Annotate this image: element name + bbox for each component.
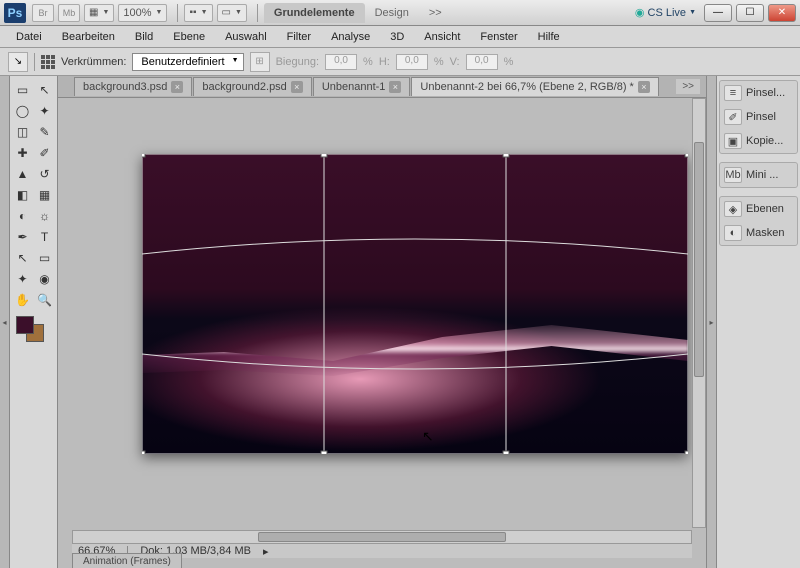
eyedropper-tool[interactable]: ✎ bbox=[34, 122, 55, 142]
stamp-tool[interactable]: ▲ bbox=[12, 164, 33, 184]
panel-ebenen[interactable]: ◈Ebenen bbox=[720, 197, 797, 221]
tabs-overflow[interactable]: >> bbox=[676, 79, 700, 94]
minimize-button[interactable]: — bbox=[704, 4, 732, 22]
panel-masken[interactable]: ◐Masken bbox=[720, 221, 797, 245]
status-arrow-icon[interactable]: ▸ bbox=[263, 545, 269, 558]
warp-grid-icon[interactable] bbox=[41, 55, 55, 69]
workspace-tab-grundelemente[interactable]: Grundelemente bbox=[264, 3, 365, 23]
app-logo: Ps bbox=[4, 3, 26, 23]
cslive-icon: ◉ bbox=[635, 6, 645, 19]
panel-pinsel-presets[interactable]: ≡Pinsel... bbox=[720, 81, 797, 105]
menu-ansicht[interactable]: Ansicht bbox=[414, 28, 470, 46]
close-icon[interactable]: × bbox=[638, 81, 650, 93]
history-brush-tool[interactable]: ↺ bbox=[34, 164, 55, 184]
v-label: V: bbox=[450, 56, 460, 68]
lasso-tool[interactable]: ◯ bbox=[12, 101, 33, 121]
cursor-icon: ↖ bbox=[422, 428, 434, 445]
menu-datei[interactable]: Datei bbox=[6, 28, 52, 46]
h-label: H: bbox=[379, 56, 390, 68]
v-input[interactable]: 0,0 bbox=[466, 54, 498, 70]
document-canvas[interactable] bbox=[142, 154, 688, 454]
close-icon[interactable]: × bbox=[171, 81, 183, 93]
zoom-dropdown[interactable]: 100%▼ bbox=[118, 4, 167, 22]
minibridge-button[interactable]: Mb bbox=[58, 4, 80, 22]
menu-bild[interactable]: Bild bbox=[125, 28, 163, 46]
right-collapse[interactable]: ▸ bbox=[706, 76, 716, 568]
close-icon[interactable]: × bbox=[389, 81, 401, 93]
zoom-tool[interactable]: 🔍 bbox=[34, 290, 55, 310]
type-tool[interactable]: T bbox=[34, 227, 55, 247]
h-input[interactable]: 0,0 bbox=[396, 54, 428, 70]
screen-mode-dropdown[interactable]: ▭▼ bbox=[217, 4, 247, 22]
dodge-tool[interactable]: ☼ bbox=[34, 206, 55, 226]
tool-preset-icon[interactable]: ↘ bbox=[8, 52, 28, 72]
wand-tool[interactable]: ✦ bbox=[34, 101, 55, 121]
clone-icon: ▣ bbox=[724, 133, 742, 149]
crop-tool[interactable]: ◫ bbox=[12, 122, 33, 142]
bend-input[interactable]: 0,0 bbox=[325, 54, 357, 70]
eraser-tool[interactable]: ◧ bbox=[12, 185, 33, 205]
doc-tab[interactable]: background3.psd× bbox=[74, 77, 192, 96]
vertical-scrollbar[interactable] bbox=[692, 98, 706, 528]
close-button[interactable]: ✕ bbox=[768, 4, 796, 22]
bend-label: Biegung: bbox=[276, 56, 319, 68]
toolbox: ▭↖ ◯✦ ◫✎ ✚✐ ▲↺ ◧▦ ◐☼ ✒T ↖▭ ✦◉ ✋🔍 bbox=[10, 76, 58, 568]
left-collapse[interactable]: ◂ bbox=[0, 76, 10, 568]
panel-pinsel[interactable]: ✐Pinsel bbox=[720, 105, 797, 129]
warp-label: Verkrümmen: bbox=[61, 56, 126, 68]
brush-preset-icon: ≡ bbox=[724, 85, 742, 101]
close-icon[interactable]: × bbox=[291, 81, 303, 93]
cslive-dropdown[interactable]: ◉ CS Live▼ bbox=[635, 6, 696, 19]
doc-tab-active[interactable]: Unbenannt-2 bei 66,7% (Ebene 2, RGB/8) *… bbox=[411, 77, 658, 96]
bridge-button[interactable]: Br bbox=[32, 4, 54, 22]
document-tabs: background3.psd× background2.psd× Unbena… bbox=[58, 76, 706, 98]
hand-tool[interactable]: ✋ bbox=[12, 290, 33, 310]
blur-tool[interactable]: ◐ bbox=[12, 206, 33, 226]
workspace-more[interactable]: >> bbox=[419, 3, 452, 23]
menu-filter[interactable]: Filter bbox=[277, 28, 321, 46]
gradient-tool[interactable]: ▦ bbox=[34, 185, 55, 205]
doc-tab[interactable]: background2.psd× bbox=[193, 77, 311, 96]
move-tool[interactable]: ▭ bbox=[12, 80, 33, 100]
arrange-dropdown[interactable]: ▦▼ bbox=[84, 4, 114, 22]
layers-icon: ◈ bbox=[724, 201, 742, 217]
panel-kopie[interactable]: ▣Kopie... bbox=[720, 129, 797, 153]
canvas-area[interactable]: ↖ 66,67% Dok: 1,03 MB/3,84 MB ▸ Animatio… bbox=[58, 98, 706, 568]
menu-auswahl[interactable]: Auswahl bbox=[215, 28, 277, 46]
maximize-button[interactable]: ☐ bbox=[736, 4, 764, 22]
color-swatches[interactable] bbox=[12, 316, 55, 344]
path-tool[interactable]: ↖ bbox=[12, 248, 33, 268]
workspace-tab-design[interactable]: Design bbox=[365, 3, 419, 23]
shape-tool[interactable]: ▭ bbox=[34, 248, 55, 268]
pen-tool[interactable]: ✒ bbox=[12, 227, 33, 247]
warp-orient-icon: ⊞ bbox=[250, 52, 270, 72]
panel-minibridge[interactable]: MbMini ... bbox=[720, 163, 797, 187]
camera-tool[interactable]: ◉ bbox=[34, 269, 55, 289]
doc-tab[interactable]: Unbenannt-1× bbox=[313, 77, 411, 96]
menu-3d[interactable]: 3D bbox=[380, 28, 414, 46]
options-bar: ↘ Verkrümmen: Benutzerdefiniert ⊞ Biegun… bbox=[0, 48, 800, 76]
panel-dock: ≡Pinsel... ✐Pinsel ▣Kopie... MbMini ... … bbox=[716, 76, 800, 568]
menu-fenster[interactable]: Fenster bbox=[470, 28, 527, 46]
3d-tool[interactable]: ✦ bbox=[12, 269, 33, 289]
menubar: Datei Bearbeiten Bild Ebene Auswahl Filt… bbox=[0, 26, 800, 48]
heal-tool[interactable]: ✚ bbox=[12, 143, 33, 163]
view-extras-dropdown[interactable]: ▪▪▼ bbox=[184, 4, 212, 22]
masks-icon: ◐ bbox=[724, 225, 742, 241]
menu-hilfe[interactable]: Hilfe bbox=[528, 28, 570, 46]
titlebar: Ps Br Mb ▦▼ 100%▼ ▪▪▼ ▭▼ Grundelemente D… bbox=[0, 0, 800, 26]
menu-ebene[interactable]: Ebene bbox=[163, 28, 215, 46]
animation-panel-tab[interactable]: Animation (Frames) bbox=[72, 553, 182, 568]
menu-bearbeiten[interactable]: Bearbeiten bbox=[52, 28, 125, 46]
brush-tool[interactable]: ✐ bbox=[34, 143, 55, 163]
fg-color-swatch[interactable] bbox=[16, 316, 34, 334]
move-arrow-tool[interactable]: ↖ bbox=[34, 80, 55, 100]
horizontal-scrollbar[interactable] bbox=[72, 530, 692, 544]
brush-icon: ✐ bbox=[724, 109, 742, 125]
warp-style-select[interactable]: Benutzerdefiniert bbox=[132, 53, 243, 71]
menu-analyse[interactable]: Analyse bbox=[321, 28, 380, 46]
minibridge-icon: Mb bbox=[724, 167, 742, 183]
